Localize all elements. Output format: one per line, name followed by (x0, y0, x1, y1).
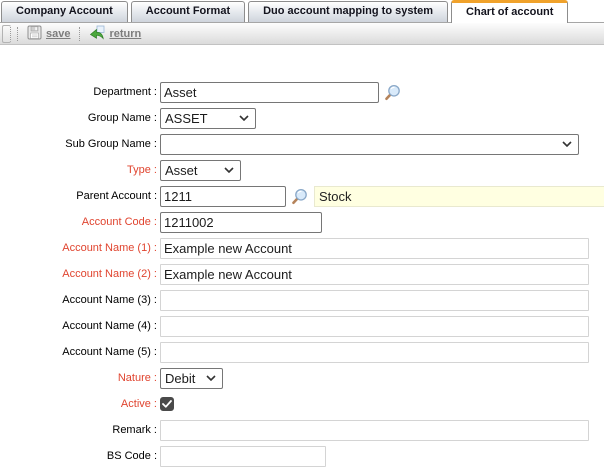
form-row-remark: Remark : (0, 417, 604, 443)
bs-code-input[interactable] (160, 446, 326, 467)
sub-group-name-select[interactable] (160, 134, 579, 155)
account-name-5-input[interactable] (160, 342, 589, 363)
account-name-4-input[interactable] (160, 316, 589, 337)
parent-account-input[interactable] (160, 186, 286, 207)
form-row-active: Active : (0, 391, 604, 417)
form-row-type: Type : Asset (0, 157, 604, 183)
type-selected-value: Asset (165, 163, 198, 178)
nature-label: Nature : (0, 372, 160, 384)
active-checkbox[interactable] (160, 397, 174, 411)
toolbar: save return (0, 23, 604, 45)
remark-input[interactable] (160, 420, 589, 441)
account-name-2-input[interactable] (160, 264, 589, 285)
form-row-sub-group-name: Sub Group Name : (0, 131, 604, 157)
form-row-parent-account: Parent Account : Stock (0, 183, 604, 209)
form-row-account-name-5: Account Name (5) : (0, 339, 604, 365)
type-label: Type : (0, 164, 160, 176)
account-name-3-label: Account Name (3) : (0, 294, 160, 306)
return-button[interactable]: return (86, 24, 144, 44)
form-row-account-name-1: Account Name (1) : (0, 235, 604, 261)
form-row-group-name: Group Name : ASSET (0, 105, 604, 131)
type-select[interactable]: Asset (160, 160, 241, 181)
chevron-down-icon (562, 141, 572, 147)
parent-account-search-icon[interactable] (291, 188, 308, 205)
account-name-1-label: Account Name (1) : (0, 242, 160, 254)
nature-selected-value: Debit (165, 371, 195, 386)
group-name-label: Group Name : (0, 112, 160, 124)
toolbar-separator (17, 27, 18, 41)
form-row-account-name-3: Account Name (3) : (0, 287, 604, 313)
sub-group-name-label: Sub Group Name : (0, 138, 160, 150)
form-row-account-code: Account Code : (0, 209, 604, 235)
chevron-down-icon (206, 375, 216, 381)
account-name-2-label: Account Name (2) : (0, 268, 160, 280)
group-name-selected-value: ASSET (165, 111, 208, 126)
tab-company-account[interactable]: Company Account (1, 1, 128, 22)
green-return-arrow-icon (89, 25, 105, 43)
department-input[interactable] (160, 82, 379, 103)
toolbar-separator (79, 27, 80, 41)
bs-code-label: BS Code : (0, 450, 160, 462)
parent-account-name-display: Stock (314, 186, 604, 207)
tab-chart-of-account[interactable]: Chart of account (451, 0, 568, 23)
chevron-down-icon (239, 115, 249, 121)
form-row-department: Department : (0, 79, 604, 105)
form-row-account-name-2: Account Name (2) : (0, 261, 604, 287)
nature-select[interactable]: Debit (160, 368, 223, 389)
tab-duo-account-mapping[interactable]: Duo account mapping to system (248, 1, 448, 22)
department-search-icon[interactable] (384, 84, 401, 101)
account-name-1-input[interactable] (160, 238, 589, 259)
form-row-account-name-4: Account Name (4) : (0, 313, 604, 339)
chart-of-account-form: Department : Group Name : ASSET Sub (0, 45, 604, 469)
account-code-label: Account Code : (0, 216, 160, 228)
account-name-5-label: Account Name (5) : (0, 346, 160, 358)
save-button-label: save (46, 28, 70, 40)
department-label: Department : (0, 86, 160, 98)
group-name-select[interactable]: ASSET (160, 108, 256, 129)
form-row-nature: Nature : Debit (0, 365, 604, 391)
active-label: Active : (0, 398, 160, 410)
form-row-bs-code: BS Code : (0, 443, 604, 469)
account-name-3-input[interactable] (160, 290, 589, 311)
tab-account-format[interactable]: Account Format (131, 1, 245, 22)
account-name-4-label: Account Name (4) : (0, 320, 160, 332)
return-button-label: return (109, 28, 141, 40)
toolbar-grip-handle[interactable] (2, 25, 11, 43)
floppy-disk-icon (27, 25, 42, 43)
parent-account-label: Parent Account : (0, 190, 160, 202)
tab-strip: Company Account Account Format Duo accou… (0, 0, 604, 23)
save-button[interactable]: save (24, 24, 73, 44)
remark-label: Remark : (0, 424, 160, 436)
account-code-input[interactable] (160, 212, 322, 233)
chevron-down-icon (224, 167, 234, 173)
